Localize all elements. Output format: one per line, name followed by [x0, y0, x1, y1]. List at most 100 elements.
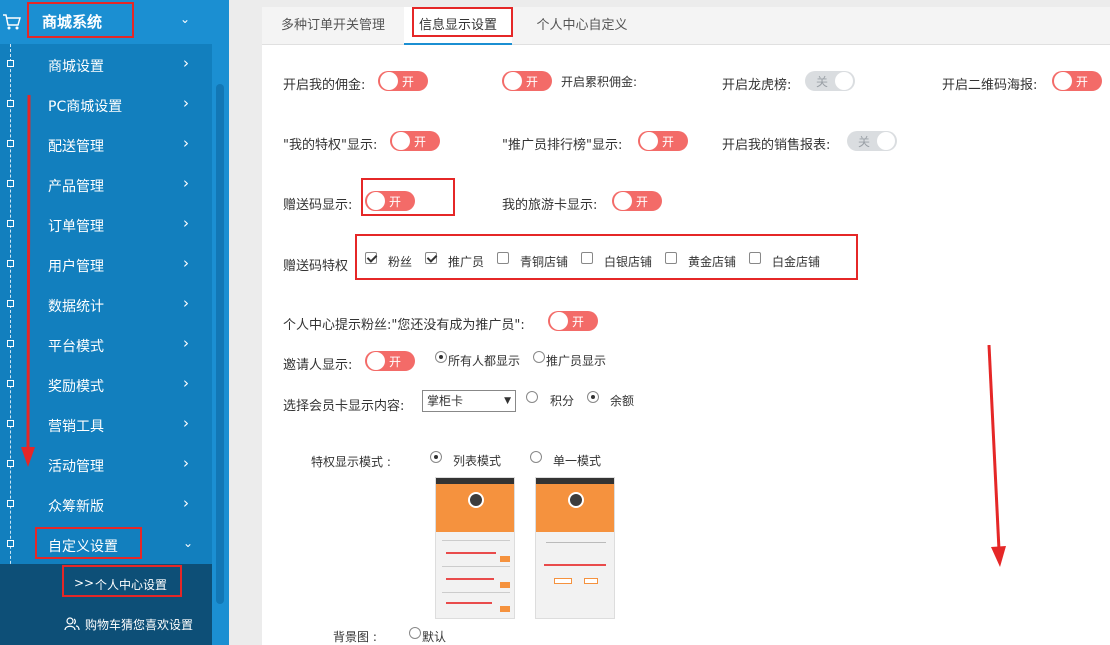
chevron-right-icon: ›: [183, 214, 189, 232]
tab-info-display[interactable]: 信息显示设置: [404, 7, 512, 45]
sidebar-item-crowdfunding[interactable]: 众筹新版 ›: [0, 484, 212, 524]
inviter-all-radio[interactable]: [435, 351, 447, 363]
tab-personal-center-custom[interactable]: 个人中心自定义: [520, 7, 644, 45]
chevron-right-icon: ›: [183, 94, 189, 112]
tree-node-icon: [7, 140, 14, 147]
list-mode-radio[interactable]: [430, 451, 442, 463]
travel-card-label: 我的旅游卡显示:: [502, 198, 598, 213]
leaderboard-label: 开启龙虎榜:: [722, 78, 792, 93]
list-mode-label: 列表模式: [453, 454, 502, 468]
toggle-state: 开: [572, 315, 585, 329]
promoter-checkbox[interactable]: [425, 252, 437, 264]
sidebar-item-label: 数据统计: [48, 299, 104, 315]
select-value: 掌柜卡: [427, 394, 464, 408]
sidebar-scrollbar[interactable]: [212, 44, 229, 645]
accumulated-commission-toggle[interactable]: 开: [502, 71, 552, 91]
sidebar-item-products[interactable]: 产品管理 ›: [0, 164, 212, 204]
tree-node-icon: [7, 420, 14, 427]
platinum-store-checkbox-label: 白金店铺: [772, 255, 821, 269]
points-radio[interactable]: [526, 391, 538, 403]
sidebar-subitem-personal-center[interactable]: >> 个人中心设置: [0, 566, 212, 602]
inviter-promoter-radio[interactable]: [533, 351, 545, 363]
caret-down-icon: ▼: [504, 396, 511, 406]
balance-radio[interactable]: [587, 391, 599, 403]
commission-label: 开启我的佣金:: [283, 78, 366, 93]
gold-store-checkbox-label: 黄金店铺: [688, 255, 737, 269]
sidebar-item-activities[interactable]: 活动管理 ›: [0, 444, 212, 484]
promoter-ranking-label: "推广员排行榜"显示:: [502, 138, 623, 153]
bronze-store-checkbox[interactable]: [497, 252, 509, 264]
tree-node-icon: [7, 460, 14, 467]
sidebar-item-marketing-tools[interactable]: 营销工具 ›: [0, 404, 212, 444]
fans-checkbox[interactable]: [365, 252, 377, 264]
sidebar-item-delivery[interactable]: 配送管理 ›: [0, 124, 212, 164]
single-mode-radio[interactable]: [530, 451, 542, 463]
sidebar-item-reward-mode[interactable]: 奖励模式 ›: [0, 364, 212, 404]
privilege-mode-label: 特权显示模式 :: [311, 455, 391, 469]
gift-code-label: 赠送码显示:: [283, 198, 353, 213]
tree-node-icon: [7, 260, 14, 267]
list-mode-preview-image: [435, 477, 515, 619]
tab-bar: 多种订单开关管理 信息显示设置 个人中心自定义: [262, 7, 1110, 45]
inviter-toggle[interactable]: 开: [365, 351, 415, 371]
sidebar-item-label: 配送管理: [48, 139, 104, 155]
cart-icon: [3, 14, 21, 30]
toggle-state: 开: [414, 135, 427, 149]
chevron-down-icon: ⌄: [183, 536, 194, 550]
single-mode-label: 单一模式: [553, 454, 602, 468]
travel-card-toggle[interactable]: 开: [612, 191, 662, 211]
gold-store-checkbox[interactable]: [665, 252, 677, 264]
default-background-radio[interactable]: [409, 627, 421, 639]
silver-store-checkbox-label: 白银店铺: [604, 255, 653, 269]
sidebar-header[interactable]: 商城系统 ⌄: [0, 0, 229, 44]
gift-code-privilege-label: 赠送码特权: [283, 259, 349, 274]
silver-store-checkbox[interactable]: [581, 252, 593, 264]
sidebar-item-label: 用户管理: [48, 259, 104, 275]
inviter-promoter-label: 推广员显示: [546, 354, 607, 368]
toggle-state: 关: [858, 135, 871, 149]
tree-node-icon: [7, 300, 14, 307]
gift-code-toggle[interactable]: 开: [365, 191, 415, 211]
sidebar-item-custom-settings[interactable]: 自定义设置 ⌄: [0, 524, 212, 564]
commission-toggle[interactable]: 开: [378, 71, 428, 91]
chevron-right-icon: ›: [183, 414, 189, 432]
sidebar-item-label: 产品管理: [48, 179, 104, 195]
fans-prompt-toggle[interactable]: 开: [548, 311, 598, 331]
chevron-right-icon: ›: [183, 494, 189, 512]
inviter-label: 邀请人显示:: [283, 358, 353, 373]
tree-node-icon: [7, 100, 14, 107]
tree-node-icon: [7, 380, 14, 387]
sidebar: 商城系统 ⌄ 商城设置 › PC商城设置 › 配送管理 › 产品管理 › 订单管…: [0, 0, 229, 645]
toggle-state: 开: [636, 195, 649, 209]
member-card-label: 选择会员卡显示内容:: [283, 399, 405, 414]
sidebar-item-statistics[interactable]: 数据统计 ›: [0, 284, 212, 324]
sidebar-item-pc-mall-settings[interactable]: PC商城设置 ›: [0, 84, 212, 124]
member-card-select[interactable]: 掌柜卡 ▼: [422, 390, 516, 412]
tab-label: 多种订单开关管理: [280, 18, 385, 33]
chevron-right-icon: ›: [183, 454, 189, 472]
fans-checkbox-label: 粉丝: [388, 255, 413, 269]
my-privilege-toggle[interactable]: 开: [390, 131, 440, 151]
platinum-store-checkbox[interactable]: [749, 252, 761, 264]
sidebar-subitem-cart-recommend[interactable]: 购物车猜您喜欢设置: [0, 606, 212, 642]
sidebar-item-users[interactable]: 用户管理 ›: [0, 244, 212, 284]
leaderboard-toggle[interactable]: 关: [805, 71, 855, 91]
toggle-state: 开: [402, 75, 415, 89]
sales-report-toggle[interactable]: 关: [847, 131, 897, 151]
sidebar-item-mall-settings[interactable]: 商城设置 ›: [0, 44, 212, 84]
sidebar-item-platform-mode[interactable]: 平台模式 ›: [0, 324, 212, 364]
tree-node-icon: [7, 220, 14, 227]
sidebar-item-label: 商城设置: [48, 59, 104, 75]
tree-node-icon: [7, 60, 14, 67]
scrollbar-thumb[interactable]: [216, 84, 224, 604]
tab-label: 信息显示设置: [418, 18, 497, 33]
qrcode-poster-toggle[interactable]: 开: [1052, 71, 1102, 91]
tree-node-icon: [7, 540, 14, 547]
tab-order-switches[interactable]: 多种订单开关管理: [266, 7, 400, 45]
promoter-ranking-toggle[interactable]: 开: [638, 131, 688, 151]
sidebar-item-orders[interactable]: 订单管理 ›: [0, 204, 212, 244]
sidebar-item-label: PC商城设置: [48, 99, 123, 115]
content-gutter: [229, 0, 262, 645]
fans-prompt-label: 个人中心提示粉丝:"您还没有成为推广员":: [283, 318, 525, 333]
sidebar-item-label: 平台模式: [48, 339, 104, 355]
